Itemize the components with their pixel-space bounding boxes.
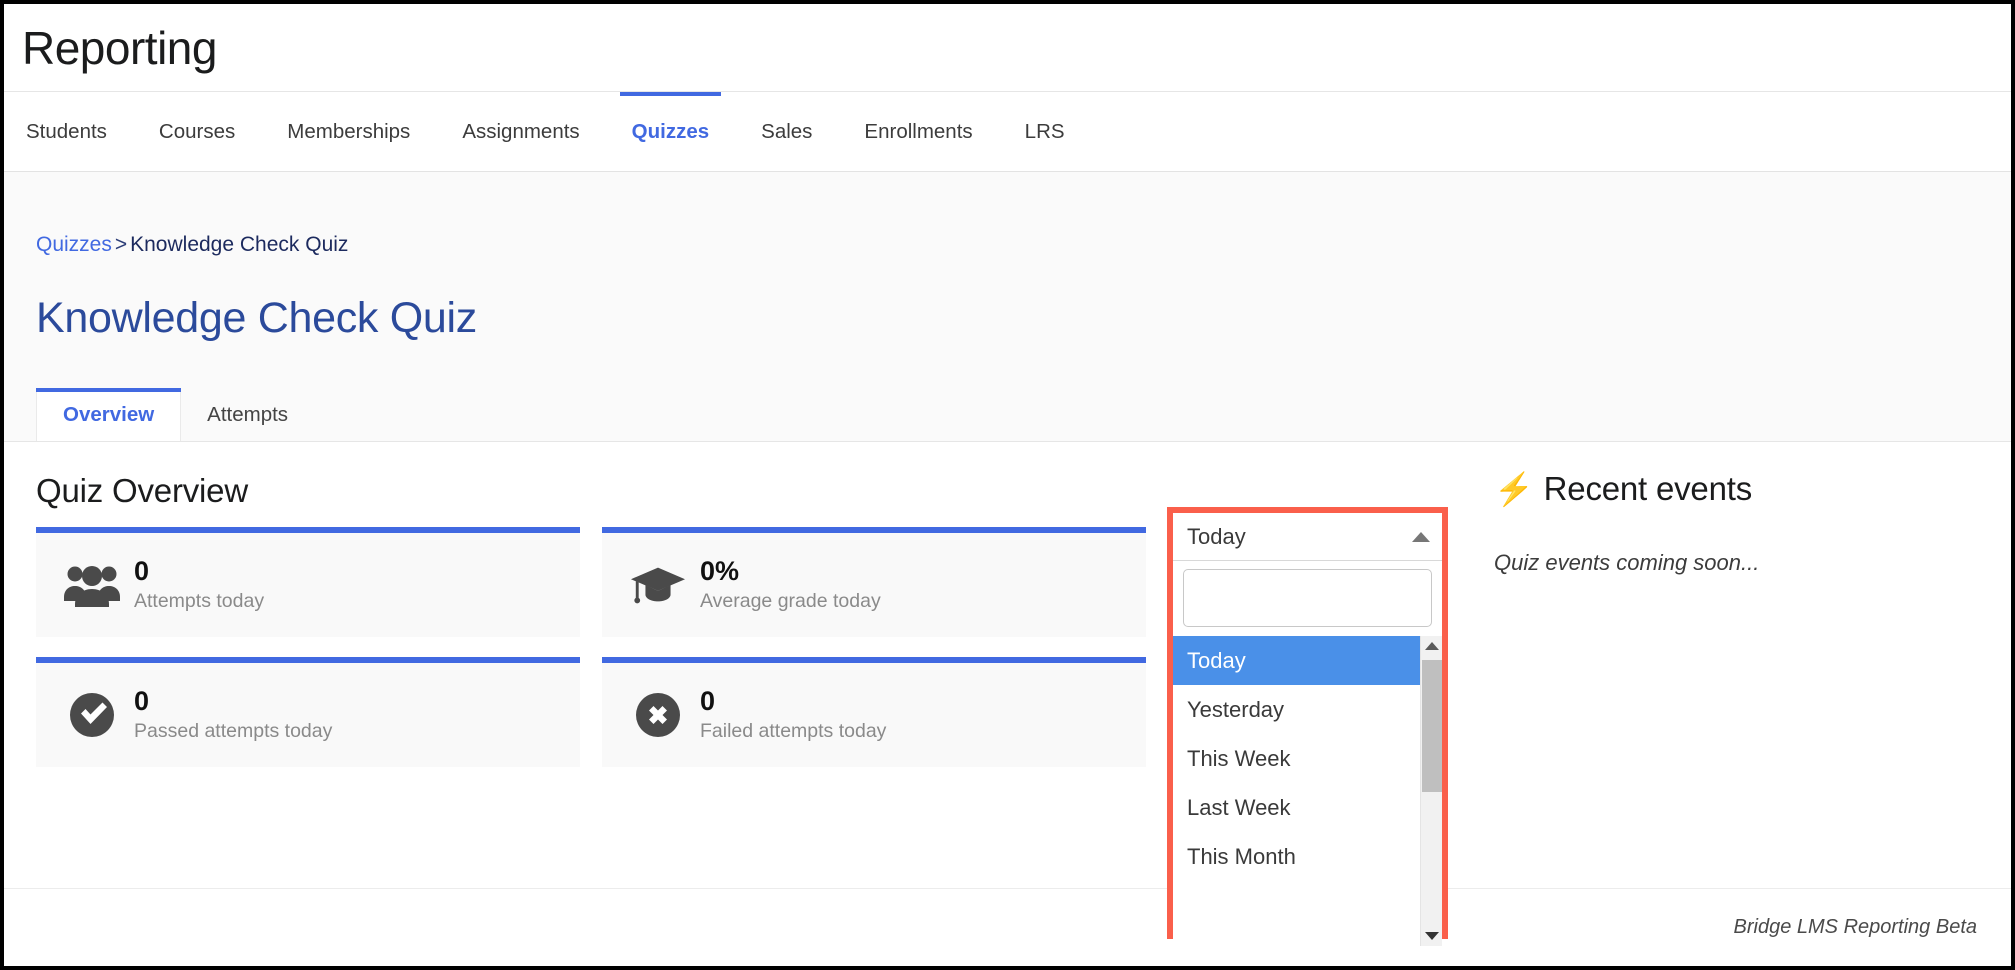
stat-text: 0 Attempts today bbox=[134, 556, 264, 614]
app-window: Reporting Students Courses Memberships A… bbox=[0, 0, 2015, 970]
breadcrumb-current: Knowledge Check Quiz bbox=[130, 233, 349, 256]
date-range-scrollbar[interactable] bbox=[1420, 636, 1442, 946]
stat-card-average-grade-today: 0% Average grade today bbox=[602, 527, 1146, 637]
date-range-option-today[interactable]: Today bbox=[1173, 636, 1420, 685]
stat-label: Attempts today bbox=[134, 589, 265, 612]
tab-label: Overview bbox=[63, 402, 155, 426]
tab-overview[interactable]: Overview bbox=[36, 388, 182, 441]
stat-card-failed-attempts-today: 0 Failed attempts today bbox=[602, 657, 1146, 767]
recent-events-title-text: Recent events bbox=[1543, 470, 1753, 507]
stat-card-grid: 0 Attempts today 0% Average grade today … bbox=[36, 527, 1146, 787]
stat-value: 0% bbox=[700, 555, 740, 586]
nav-item-assignments[interactable]: Assignments bbox=[436, 92, 605, 171]
nav-label: Memberships bbox=[287, 119, 411, 143]
stat-text: 0 Failed attempts today bbox=[700, 686, 886, 744]
option-label: Last Week bbox=[1187, 794, 1291, 820]
page-title: Knowledge Check Quiz bbox=[36, 294, 477, 342]
nav-label: Quizzes bbox=[631, 119, 710, 143]
date-range-option-this-week[interactable]: This Week bbox=[1173, 734, 1420, 783]
date-range-options: Today Yesterday This Week Last Week This… bbox=[1173, 636, 1420, 946]
date-range-option-this-month[interactable]: This Month bbox=[1173, 832, 1420, 881]
option-label: Yesterday bbox=[1187, 696, 1285, 722]
primary-navigation: Students Courses Memberships Assignments… bbox=[4, 92, 2011, 172]
nav-label: Students bbox=[26, 119, 107, 143]
date-range-dropdown[interactable]: Today Today Yesterday This Week Last Wee… bbox=[1167, 507, 1448, 946]
breadcrumb-link-quizzes[interactable]: Quizzes bbox=[36, 233, 112, 256]
stat-label: Average grade today bbox=[700, 589, 881, 612]
triangle-up-icon bbox=[1425, 642, 1439, 650]
nav-item-courses[interactable]: Courses bbox=[133, 92, 261, 171]
nav-item-lrs[interactable]: LRS bbox=[999, 92, 1091, 171]
date-range-selected-value: Today bbox=[1187, 523, 1246, 549]
date-range-option-list: Today Yesterday This Week Last Week This… bbox=[1173, 636, 1442, 946]
option-label: This Month bbox=[1187, 843, 1296, 869]
recent-events-panel: ⚡ Recent events Quiz events coming soon.… bbox=[1494, 470, 1974, 576]
section-title-quiz-overview: Quiz Overview bbox=[36, 472, 248, 509]
breadcrumb-separator: > bbox=[114, 233, 128, 256]
main-content: Quiz Overview 0 Attempts today 0% Averag… bbox=[4, 442, 2011, 882]
date-range-option-last-week[interactable]: Last Week bbox=[1173, 783, 1420, 832]
app-titlebar: Reporting bbox=[4, 4, 2011, 92]
nav-item-students[interactable]: Students bbox=[26, 92, 133, 171]
nav-item-quizzes[interactable]: Quizzes bbox=[606, 92, 735, 171]
footer-label: Bridge LMS Reporting Beta bbox=[1733, 916, 1977, 938]
date-range-option-yesterday[interactable]: Yesterday bbox=[1173, 685, 1420, 734]
nav-item-memberships[interactable]: Memberships bbox=[261, 92, 436, 171]
date-range-dropdown-toggle[interactable]: Today bbox=[1173, 513, 1442, 561]
nav-item-sales[interactable]: Sales bbox=[735, 92, 838, 171]
stat-card-row: 0 Passed attempts today 0 Failed attempt… bbox=[36, 657, 1146, 767]
x-circle-icon bbox=[630, 687, 686, 743]
chevron-up-icon bbox=[1412, 531, 1430, 542]
stat-card-row: 0 Attempts today 0% Average grade today bbox=[36, 527, 1146, 637]
stat-label: Passed attempts today bbox=[134, 719, 333, 742]
recent-events-title: ⚡ Recent events bbox=[1494, 470, 1974, 508]
page-tabs: Overview Attempts bbox=[4, 388, 2011, 441]
stat-value: 0 bbox=[134, 555, 150, 586]
users-icon bbox=[64, 557, 120, 613]
tab-label: Attempts bbox=[207, 402, 289, 426]
stat-card-attempts-today: 0 Attempts today bbox=[36, 527, 580, 637]
stat-card-passed-attempts-today: 0 Passed attempts today bbox=[36, 657, 580, 767]
stat-label: Failed attempts today bbox=[700, 719, 887, 742]
breadcrumb: Quizzes > Knowledge Check Quiz bbox=[4, 172, 2011, 255]
tab-attempts[interactable]: Attempts bbox=[181, 388, 314, 441]
nav-label: LRS bbox=[1024, 119, 1065, 143]
stat-text: 0 Passed attempts today bbox=[134, 686, 332, 744]
nav-label: Assignments bbox=[462, 119, 580, 143]
scroll-down-arrow-icon[interactable] bbox=[1421, 926, 1442, 946]
stat-text: 0% Average grade today bbox=[700, 556, 881, 614]
nav-label: Enrollments bbox=[864, 119, 973, 143]
page-footer: Bridge LMS Reporting Beta bbox=[4, 888, 2011, 966]
app-title: Reporting bbox=[22, 21, 217, 74]
nav-label: Sales bbox=[761, 119, 813, 143]
date-range-search-input[interactable] bbox=[1183, 569, 1432, 627]
option-label: Today bbox=[1187, 647, 1246, 673]
stat-value: 0 bbox=[700, 685, 716, 716]
triangle-down-icon bbox=[1425, 932, 1439, 940]
stat-value: 0 bbox=[134, 685, 150, 716]
page-header-band: Quizzes > Knowledge Check Quiz Knowledge C… bbox=[4, 172, 2011, 442]
recent-events-empty-message: Quiz events coming soon... bbox=[1494, 550, 1760, 575]
check-circle-icon bbox=[64, 687, 120, 743]
nav-label: Courses bbox=[158, 119, 236, 143]
nav-item-enrollments[interactable]: Enrollments bbox=[838, 92, 998, 171]
graduation-cap-icon bbox=[630, 557, 686, 613]
option-label: This Week bbox=[1187, 745, 1291, 771]
scrollbar-thumb[interactable] bbox=[1422, 660, 1442, 792]
scroll-up-arrow-icon[interactable] bbox=[1421, 636, 1442, 656]
bolt-icon: ⚡ bbox=[1494, 471, 1534, 507]
date-range-search-area bbox=[1173, 561, 1442, 636]
